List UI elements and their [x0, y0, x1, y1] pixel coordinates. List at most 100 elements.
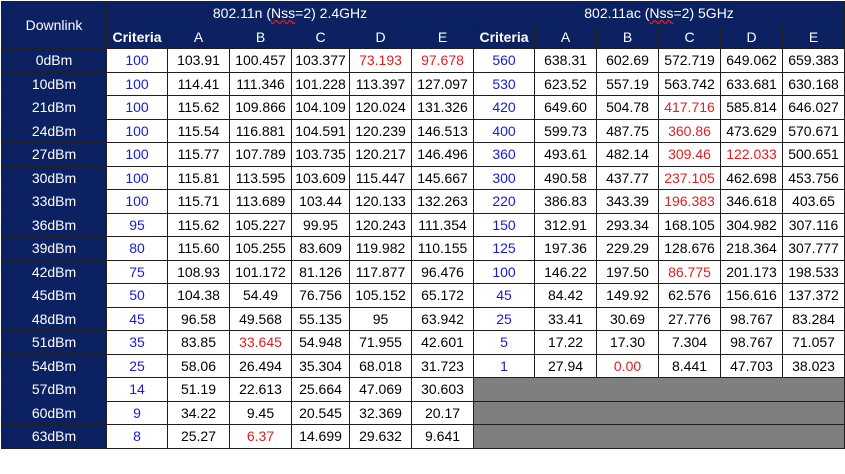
table-body: 0dBm 100 103.91 100.457 103.377 73.193 97.678 5… — [1, 48, 845, 449]
value-cell-5ghz-d: 156.616 — [720, 283, 784, 308]
value-cell-2-4ghz-d: 120.217 — [349, 142, 412, 167]
table-row: 48dBm 45 96.58 49.568 55.135 95 63.942 25 33.41 3… — [1, 306, 845, 331]
criteria-cell-2-4ghz: 75 — [106, 259, 168, 284]
value-cell-2-4ghz-e: 110.155 — [410, 236, 475, 261]
value-cell-2-4ghz-e: 31.723 — [410, 353, 475, 378]
value-cell-5ghz-c: 360.86 — [658, 118, 722, 143]
value-cell-2-4ghz-a: 103.91 — [167, 48, 230, 73]
value-cell-5ghz-d: 98.767 — [720, 306, 784, 331]
table-row: 45dBm 50 104.38 54.49 76.756 105.152 65.172 45 8… — [1, 283, 845, 308]
value-cell-2-4ghz-a: 115.54 — [167, 118, 230, 143]
value-cell-2-4ghz-e: 42.601 — [410, 330, 475, 355]
value-cell-2-4ghz-a: 108.93 — [167, 259, 230, 284]
value-cell-2-4ghz-d: 120.243 — [349, 212, 412, 237]
throughput-table: Downlink 802.11n (Nss=2) 2.4GHz 802.11ac… — [1, 1, 845, 449]
column-header-a: A — [167, 24, 230, 49]
value-cell-2-4ghz-e: 96.476 — [410, 259, 475, 284]
criteria-cell-5ghz: 530 — [473, 71, 536, 96]
value-cell-5ghz-d: 201.173 — [720, 259, 784, 284]
group-header-5ghz: 802.11ac (Nss=2) 5GHz — [473, 1, 845, 26]
value-cell-2-4ghz-a: 104.38 — [167, 283, 230, 308]
value-cell-5ghz-b: 197.50 — [596, 259, 660, 284]
value-cell-2-4ghz-d: 120.133 — [349, 189, 412, 214]
downlink-level: 60dBm — [1, 400, 107, 425]
value-cell-2-4ghz-b: 107.789 — [229, 142, 292, 167]
value-cell-5ghz-b: 437.77 — [596, 165, 660, 190]
column-header-e: E — [782, 24, 845, 49]
value-cell-2-4ghz-a: 115.77 — [167, 142, 230, 167]
value-cell-2-4ghz-b: 6.37 — [229, 424, 292, 449]
value-cell-5ghz-e: 198.533 — [782, 259, 845, 284]
value-cell-5ghz-c: 62.576 — [658, 283, 722, 308]
value-cell-2-4ghz-c: 104.109 — [291, 95, 350, 120]
table-row: 24dBm 100 115.54 116.881 104.591 120.239 146.5… — [1, 118, 845, 143]
table-row: 42dBm 75 108.93 101.172 81.126 117.877 96.476 1… — [1, 259, 845, 284]
downlink-level: 48dBm — [1, 306, 107, 331]
value-cell-2-4ghz-e: 145.667 — [410, 165, 475, 190]
value-cell-2-4ghz-c: 35.304 — [291, 353, 350, 378]
value-cell-5ghz-a: 27.94 — [534, 353, 598, 378]
value-cell-2-4ghz-d: 95 — [349, 306, 412, 331]
value-cell-5ghz-a: 146.22 — [534, 259, 598, 284]
downlink-level: 57dBm — [1, 377, 107, 402]
value-cell-5ghz-c: 86.775 — [658, 259, 722, 284]
value-cell-5ghz-d: 633.681 — [720, 71, 784, 96]
downlink-level: 30dBm — [1, 165, 107, 190]
column-header-e: E — [410, 24, 475, 49]
value-cell-5ghz-d: 218.364 — [720, 236, 784, 261]
criteria-cell-5ghz: 125 — [473, 236, 536, 261]
value-cell-2-4ghz-b: 111.346 — [229, 71, 292, 96]
value-cell-2-4ghz-c: 14.699 — [291, 424, 350, 449]
empty-cell-5ghz — [473, 377, 845, 402]
value-cell-5ghz-e: 137.372 — [782, 283, 845, 308]
criteria-cell-2-4ghz: 100 — [106, 142, 168, 167]
value-cell-5ghz-d: 304.982 — [720, 212, 784, 237]
value-cell-2-4ghz-e: 65.172 — [410, 283, 475, 308]
value-cell-5ghz-a: 386.83 — [534, 189, 598, 214]
value-cell-2-4ghz-d: 71.955 — [349, 330, 412, 355]
value-cell-2-4ghz-b: 100.457 — [229, 48, 292, 73]
criteria-cell-2-4ghz: 100 — [106, 118, 168, 143]
column-header-b: B — [229, 24, 292, 49]
table-row: 51dBm 35 83.85 33.645 54.948 71.955 42.601 5 17.… — [1, 330, 845, 355]
value-cell-5ghz-c: 168.105 — [658, 212, 722, 237]
criteria-cell-5ghz: 5 — [473, 330, 536, 355]
value-cell-2-4ghz-d: 117.877 — [349, 259, 412, 284]
criteria-cell-2-4ghz: 100 — [106, 189, 168, 214]
value-cell-5ghz-a: 84.42 — [534, 283, 598, 308]
value-cell-5ghz-e: 570.671 — [782, 118, 845, 143]
criteria-cell-5ghz: 360 — [473, 142, 536, 167]
value-cell-2-4ghz-c: 103.609 — [291, 165, 350, 190]
value-cell-2-4ghz-e: 63.942 — [410, 306, 475, 331]
value-cell-5ghz-d: 122.033 — [720, 142, 784, 167]
criteria-cell-2-4ghz: 25 — [106, 353, 168, 378]
value-cell-2-4ghz-a: 83.85 — [167, 330, 230, 355]
value-cell-2-4ghz-c: 101.228 — [291, 71, 350, 96]
column-header-row: Criteria A B C D E Criteria A B C D E — [2, 24, 845, 49]
group-5-prefix: 802.11ac ( — [584, 5, 650, 22]
criteria-cell-2-4ghz: 95 — [106, 212, 168, 237]
value-cell-2-4ghz-d: 47.069 — [349, 377, 412, 402]
value-cell-2-4ghz-a: 25.27 — [167, 424, 230, 449]
value-cell-2-4ghz-c: 103.735 — [291, 142, 350, 167]
group-5-nss: Nss — [649, 5, 674, 22]
value-cell-5ghz-e: 83.284 — [782, 306, 845, 331]
group-5-suffix: =2) 5GHz — [673, 5, 734, 22]
value-cell-2-4ghz-e: 9.641 — [410, 424, 475, 449]
criteria-cell-2-4ghz: 100 — [106, 165, 168, 190]
value-cell-2-4ghz-a: 115.62 — [167, 95, 230, 120]
value-cell-5ghz-c: 237.105 — [658, 165, 722, 190]
downlink-level: 24dBm — [1, 118, 107, 143]
downlink-level: 39dBm — [1, 236, 107, 261]
value-cell-5ghz-a: 638.31 — [534, 48, 598, 73]
value-cell-2-4ghz-c: 55.135 — [291, 306, 350, 331]
value-cell-5ghz-a: 493.61 — [534, 142, 598, 167]
value-cell-2-4ghz-a: 58.06 — [167, 353, 230, 378]
table-row: 27dBm 100 115.77 107.789 103.735 120.217 146.4… — [1, 142, 845, 167]
downlink-level: 42dBm — [1, 259, 107, 284]
value-cell-2-4ghz-c: 103.44 — [291, 189, 350, 214]
value-cell-5ghz-b: 557.19 — [596, 71, 660, 96]
value-cell-2-4ghz-e: 111.354 — [410, 212, 475, 237]
value-cell-2-4ghz-c: 103.377 — [291, 48, 350, 73]
value-cell-5ghz-b: 343.39 — [596, 189, 660, 214]
